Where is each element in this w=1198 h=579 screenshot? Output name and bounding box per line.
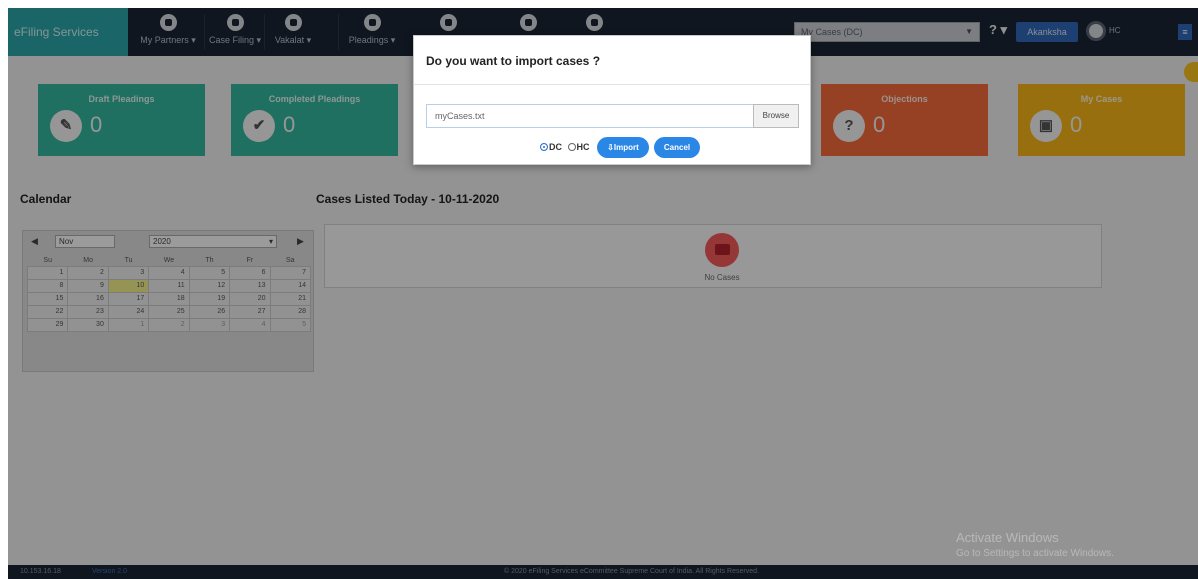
browse-button[interactable]: Browse xyxy=(753,104,799,128)
watermark-line-1: Activate Windows xyxy=(956,530,1059,545)
dialog-title: Do you want to import cases ? xyxy=(426,54,601,68)
app-window: eFiling Services My Partners ▾ Case Fili… xyxy=(8,8,1198,579)
hc-radio[interactable] xyxy=(567,143,576,151)
import-icon: ⇩ xyxy=(607,143,614,152)
court-type-radio-group: DC HC xyxy=(540,142,590,156)
windows-watermark: Activate Windows Go to Settings to activ… xyxy=(956,530,1114,559)
dc-radio[interactable] xyxy=(540,143,548,151)
watermark-line-2: Go to Settings to activate Windows. xyxy=(956,548,1114,559)
dc-radio-label: DC xyxy=(549,142,562,152)
hc-radio-label: HC xyxy=(576,142,590,152)
import-button-label: Import xyxy=(613,143,639,152)
cancel-button[interactable]: Cancel xyxy=(654,137,700,158)
import-button[interactable]: ⇩Import xyxy=(597,137,649,158)
import-cases-dialog: Do you want to import cases ? myCases.tx… xyxy=(413,35,811,165)
file-path-input[interactable]: myCases.txt xyxy=(426,104,754,128)
dialog-divider xyxy=(414,84,810,85)
